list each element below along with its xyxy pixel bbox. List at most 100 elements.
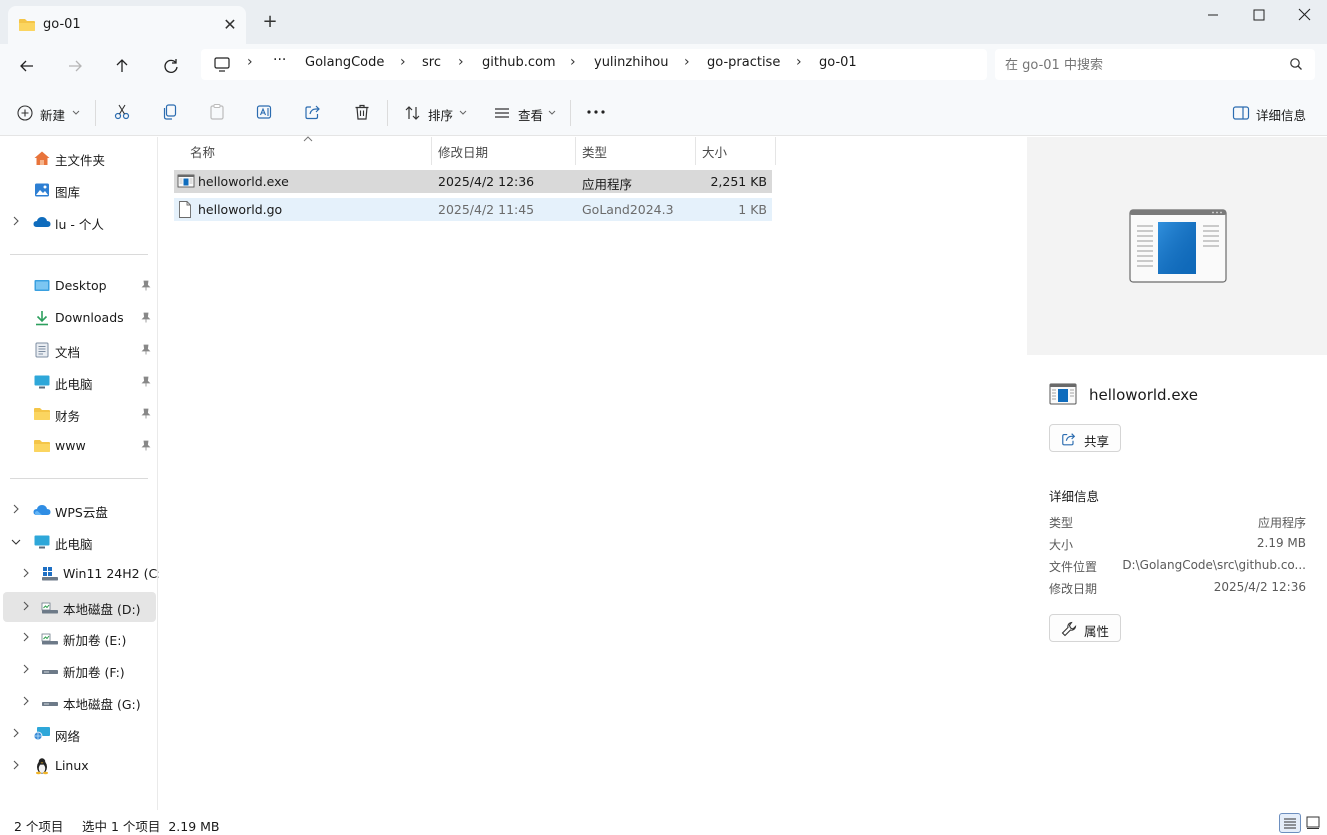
- property-value-location[interactable]: D:\GolangCode\src\github.co...: [1122, 558, 1306, 572]
- chevron-right-icon[interactable]: [22, 696, 30, 706]
- pin-icon[interactable]: [141, 376, 151, 387]
- share-icon[interactable]: [304, 103, 322, 121]
- sidebar-item-www[interactable]: www: [3, 432, 156, 460]
- wps-cloud-icon: [33, 505, 51, 515]
- sidebar-item-documents[interactable]: 文档: [3, 336, 156, 364]
- sidebar-item-finance[interactable]: 财务: [3, 400, 156, 428]
- chevron-right-icon[interactable]: [12, 728, 20, 738]
- breadcrumb-src[interactable]: src: [422, 55, 441, 70]
- sidebar-item-downloads[interactable]: Downloads: [3, 304, 156, 332]
- plus-circle-icon: [17, 105, 33, 121]
- file-date: 2025/4/2 11:45: [438, 202, 535, 217]
- column-divider[interactable]: [431, 137, 432, 165]
- column-divider[interactable]: [575, 137, 576, 165]
- close-tab-icon[interactable]: ✕: [220, 15, 240, 35]
- sidebar-item-this-pc-tree[interactable]: 此电脑: [3, 528, 156, 556]
- pin-icon[interactable]: [141, 440, 151, 451]
- sidebar-item-wps-cloud[interactable]: WPS云盘: [3, 496, 156, 524]
- back-arrow-icon[interactable]: [13, 52, 41, 80]
- refresh-icon[interactable]: [157, 52, 185, 80]
- new-button[interactable]: 新建: [16, 102, 80, 124]
- column-divider[interactable]: [775, 137, 776, 165]
- sidebar-item-home[interactable]: 主文件夹: [3, 144, 156, 172]
- view-lines-icon: [495, 108, 509, 118]
- breadcrumb-github[interactable]: github.com: [482, 55, 556, 70]
- sidebar-item-onedrive[interactable]: lu - 个人: [3, 208, 156, 236]
- file-row-helloworld-go[interactable]: helloworld.go 2025/4/2 11:45 GoLand2024.…: [174, 198, 772, 221]
- search-input[interactable]: [1005, 55, 1275, 75]
- desktop-icon: [34, 280, 50, 291]
- rename-icon[interactable]: [256, 103, 274, 121]
- pin-icon[interactable]: [141, 280, 151, 291]
- column-header-size[interactable]: 大小: [702, 142, 727, 166]
- chevron-right-icon[interactable]: ›: [684, 54, 690, 70]
- view-button[interactable]: 查看: [493, 102, 559, 124]
- file-row-helloworld-exe[interactable]: helloworld.exe 2025/4/2 12:36 应用程序 2,251…: [174, 170, 772, 193]
- chevron-right-icon[interactable]: [22, 664, 30, 674]
- chevron-right-icon[interactable]: ›: [458, 54, 464, 70]
- chevron-right-icon[interactable]: ›: [247, 54, 253, 70]
- chevron-right-icon[interactable]: [22, 601, 30, 611]
- breadcrumb-yulinzhihou[interactable]: yulinzhihou: [594, 55, 669, 70]
- share-icon: [1062, 433, 1076, 446]
- more-options-icon[interactable]: [586, 106, 606, 118]
- share-button[interactable]: 共享: [1049, 424, 1121, 452]
- maximize-icon[interactable]: [1244, 4, 1274, 26]
- breadcrumb-go-01[interactable]: go-01: [819, 55, 857, 70]
- chevron-right-icon[interactable]: [22, 568, 30, 578]
- column-header-name[interactable]: 名称: [190, 142, 215, 166]
- sidebar-item-drive-f[interactable]: 新加卷 (F:): [3, 656, 156, 684]
- sidebar-item-drive-g[interactable]: 本地磁盘 (G:): [3, 688, 156, 716]
- sidebar-item-linux[interactable]: Linux: [3, 752, 156, 780]
- sidebar-item-drive-d[interactable]: 本地磁盘 (D:): [3, 592, 156, 622]
- large-icons-view-button[interactable]: [1303, 813, 1323, 833]
- properties-button-label: 属性: [1084, 624, 1110, 639]
- sidebar-item-network[interactable]: 网络: [3, 720, 156, 748]
- column-header-date[interactable]: 修改日期: [438, 142, 488, 166]
- view-button-label: 查看: [518, 108, 544, 123]
- computer-icon[interactable]: [213, 56, 231, 73]
- tab-go-01[interactable]: go-01 ✕: [8, 6, 246, 44]
- column-header-type[interactable]: 类型: [582, 142, 607, 166]
- details-view-button[interactable]: [1279, 813, 1301, 833]
- chevron-right-icon[interactable]: [12, 760, 20, 770]
- command-bar: 新建 排序 查看 详细信息: [0, 88, 1327, 136]
- up-arrow-icon[interactable]: [108, 52, 136, 80]
- chevron-right-icon[interactable]: [12, 216, 20, 226]
- details-pane-button[interactable]: 详细信息: [1232, 102, 1312, 124]
- chevron-right-icon[interactable]: ›: [796, 54, 802, 70]
- forward-arrow-icon[interactable]: [61, 52, 89, 80]
- pin-icon[interactable]: [141, 312, 151, 323]
- sort-button[interactable]: 排序: [404, 102, 470, 124]
- properties-button[interactable]: 属性: [1049, 614, 1121, 642]
- address-bar[interactable]: › ··· GolangCode › src › github.com › yu…: [201, 49, 987, 80]
- search-icon[interactable]: [1289, 57, 1303, 71]
- new-tab-button[interactable]: +: [260, 12, 280, 32]
- sidebar-item-drive-e[interactable]: 新加卷 (E:): [3, 624, 156, 652]
- sidebar-item-label: Desktop: [55, 278, 107, 293]
- cut-icon[interactable]: [113, 103, 131, 121]
- pin-icon[interactable]: [141, 408, 151, 419]
- chevron-right-icon[interactable]: [22, 632, 30, 642]
- copy-icon[interactable]: [161, 103, 179, 121]
- search-box[interactable]: [995, 49, 1315, 80]
- breadcrumb-go-practise[interactable]: go-practise: [707, 55, 780, 70]
- breadcrumb-more[interactable]: ···: [273, 52, 286, 68]
- breadcrumb-golangcode[interactable]: GolangCode: [305, 55, 384, 70]
- sidebar-item-desktop[interactable]: Desktop: [3, 272, 156, 300]
- column-divider[interactable]: [695, 137, 696, 165]
- chevron-right-icon[interactable]: [12, 504, 20, 514]
- sidebar-item-this-pc[interactable]: 此电脑: [3, 368, 156, 396]
- delete-icon[interactable]: [353, 103, 371, 121]
- details-section-title: 详细信息: [1049, 489, 1100, 504]
- paste-icon[interactable]: [208, 103, 226, 121]
- chevron-right-icon[interactable]: ›: [570, 54, 576, 70]
- close-window-icon[interactable]: [1290, 4, 1320, 26]
- item-count: 2 个项目: [14, 819, 64, 834]
- sidebar-item-gallery[interactable]: 图库: [3, 176, 156, 204]
- chevron-down-icon[interactable]: [11, 538, 21, 546]
- sidebar-item-drive-c[interactable]: Win11 24H2 (C:): [3, 560, 166, 588]
- minimize-icon[interactable]: [1198, 4, 1228, 26]
- pin-icon[interactable]: [141, 344, 151, 355]
- chevron-right-icon[interactable]: ›: [400, 54, 406, 70]
